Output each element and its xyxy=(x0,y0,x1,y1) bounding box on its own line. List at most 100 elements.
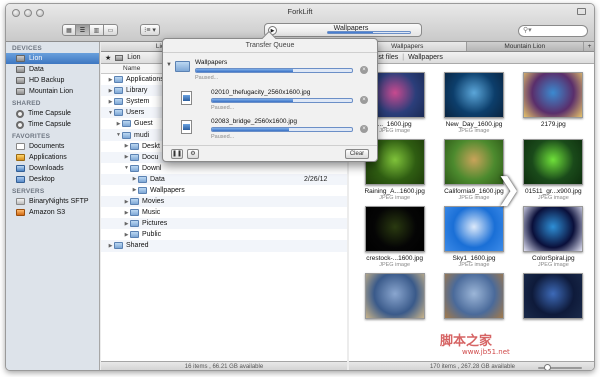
thumbnail-name: 2179.jpg xyxy=(540,121,566,128)
disclosure-closed-icon[interactable]: ▶ xyxy=(107,99,114,105)
pause-button[interactable]: ❚❚ xyxy=(171,149,183,159)
thumbnail-type: JPEG image xyxy=(379,195,411,201)
column-view-icon[interactable]: ▥ xyxy=(90,24,104,36)
tree-row[interactable]: ▶ Movies xyxy=(101,196,347,208)
thumbnail-name: ColorSpiral.jpg xyxy=(532,255,575,262)
sidebar-item[interactable]: HD Backup xyxy=(6,75,99,86)
tab-mountain-lion[interactable]: Mountain Lion xyxy=(467,42,584,51)
path-item[interactable]: Lion xyxy=(127,54,140,61)
tree-row[interactable]: ▶ Public xyxy=(101,229,347,240)
right-tab-bar: Wallpapers Mountain Lion + xyxy=(349,42,594,52)
thumbnail-image[interactable] xyxy=(523,206,584,252)
cancel-transfer-icon[interactable]: × xyxy=(360,66,368,74)
window-title: ForkLift xyxy=(287,7,313,16)
disclosure-open-icon[interactable]: ▼ xyxy=(166,62,172,68)
thumbnail-image[interactable] xyxy=(364,273,425,319)
icon-view-icon[interactable]: ▦ xyxy=(62,24,76,36)
sidebar-item-label: Data xyxy=(29,66,44,73)
thumbnail-image[interactable] xyxy=(443,273,504,319)
sidebar-section-header: DEVICES xyxy=(12,45,42,52)
fullscreen-icon[interactable] xyxy=(577,8,586,15)
thumbnail-image[interactable] xyxy=(523,273,584,319)
list-view-icon[interactable]: ☰ xyxy=(76,24,90,36)
thumbnail-type: JPEG image xyxy=(458,128,490,134)
thumbnail-item[interactable] xyxy=(434,273,513,322)
thumbnail-image[interactable] xyxy=(443,206,504,252)
sidebar-item[interactable]: Mountain Lion xyxy=(6,86,99,97)
thumbnail-image[interactable] xyxy=(443,139,504,185)
disclosure-closed-icon[interactable]: ▶ xyxy=(123,154,130,160)
gear-icon[interactable]: ⚙ xyxy=(187,149,199,159)
thumbnail-size-slider[interactable] xyxy=(538,364,582,370)
thumbnail-item[interactable]: Sky1_1600.jpg JPEG image xyxy=(434,206,513,268)
sidebar-item[interactable]: Desktop xyxy=(6,174,99,185)
tree-row[interactable]: ▶ Shared xyxy=(101,240,347,252)
disclosure-closed-icon[interactable]: ▶ xyxy=(123,210,130,216)
tree-row[interactable]: ▼ Downl xyxy=(101,163,347,174)
slider-knob[interactable] xyxy=(544,364,551,370)
thumbnail-image[interactable] xyxy=(523,72,584,118)
coverflow-view-icon[interactable]: ▭ xyxy=(104,24,118,36)
thumbnail-type: JPEG image xyxy=(379,128,411,134)
view-switcher[interactable]: ▦ ☰ ▥ ▭ xyxy=(62,24,118,36)
disclosure-open-icon[interactable]: ▼ xyxy=(115,132,122,138)
search-field[interactable]: ⚲▾ xyxy=(518,25,588,37)
path-item[interactable]: Wallpapers xyxy=(408,54,443,61)
tree-row[interactable]: ▶ Music xyxy=(101,207,347,218)
right-status-text: 170 items , 267.28 GB available xyxy=(429,364,516,370)
sidebar-item[interactable]: Time Capsule xyxy=(6,119,99,130)
thumbnail-image[interactable] xyxy=(364,206,425,252)
disclosure-closed-icon[interactable]: ▶ xyxy=(123,199,130,205)
sidebar-item[interactable]: Lion xyxy=(6,53,99,64)
activity-indicator[interactable]: ▶ Wallpapers xyxy=(264,23,422,37)
disclosure-closed-icon[interactable]: ▶ xyxy=(123,232,130,238)
sidebar-item[interactable]: Time Capsule xyxy=(6,108,99,119)
thumbnail-item[interactable]: 01511_gr...x900.jpg JPEG image xyxy=(514,139,593,201)
thumbnail-image[interactable] xyxy=(443,72,504,118)
thumbnail-image[interactable] xyxy=(523,139,584,185)
add-tab-button[interactable]: + xyxy=(584,42,594,51)
disclosure-closed-icon[interactable]: ▶ xyxy=(107,77,114,83)
sidebar-item[interactable]: Data xyxy=(6,64,99,75)
thumbnail-item[interactable]: crestock-...1600.jpg JPEG image xyxy=(355,206,434,268)
cancel-transfer-icon[interactable]: × xyxy=(360,96,368,104)
thumbnail-item[interactable]: New_Day_1600.jpg JPEG image xyxy=(434,72,513,134)
tree-row[interactable]: ▶ Pictures xyxy=(101,218,347,230)
disclosure-closed-icon[interactable]: ▶ xyxy=(107,88,114,94)
favorite-star-icon[interactable]: ★ xyxy=(105,54,111,62)
disclosure-open-icon[interactable]: ▼ xyxy=(123,165,130,171)
transfer-item-name: Wallpapers xyxy=(195,59,228,66)
disclosure-closed-icon[interactable]: ▶ xyxy=(131,176,138,182)
activity-progress xyxy=(327,31,411,34)
sidebar-item[interactable]: Documents xyxy=(6,141,99,152)
titlebar: ForkLift ▦ ☰ ▥ ▭ ⁝≡ ▾ ▶ Wallpapers ⚲▾ xyxy=(6,4,594,42)
sidebar-item[interactable]: Downloads xyxy=(6,163,99,174)
disclosure-closed-icon[interactable]: ▶ xyxy=(115,121,122,127)
sidebar-section-header: SERVERS xyxy=(12,188,45,195)
sidebar-item[interactable]: Applications xyxy=(6,152,99,163)
disclosure-closed-icon[interactable]: ▶ xyxy=(123,221,130,227)
thumbnail-item[interactable]: ColorSpiral.jpg JPEG image xyxy=(514,206,593,268)
thumbnail-name: New_Day_1600.jpg xyxy=(445,121,503,128)
cancel-transfer-icon[interactable]: × xyxy=(360,125,368,133)
clear-button[interactable]: Clear xyxy=(345,149,369,159)
sidebar: DEVICES Lion Data HD Backup Mountain Lion SHA… xyxy=(6,42,100,370)
tm-icon xyxy=(16,120,24,129)
thumbnail-item[interactable] xyxy=(355,273,434,322)
disclosure-open-icon[interactable]: ▼ xyxy=(107,110,114,116)
tree-row-label: Library xyxy=(126,87,148,95)
action-menu-button[interactable]: ⁝≡ ▾ xyxy=(140,24,160,36)
doc-icon xyxy=(16,143,25,150)
thumbnail-item[interactable] xyxy=(514,273,593,322)
disclosure-closed-icon[interactable]: ▶ xyxy=(107,243,114,249)
next-arrow-icon[interactable]: ❯ xyxy=(496,172,521,207)
disclosure-closed-icon[interactable]: ▶ xyxy=(131,187,138,193)
tree-row-label: Deskt xyxy=(142,142,160,150)
folder-icon xyxy=(122,131,131,139)
disclosure-closed-icon[interactable]: ▶ xyxy=(123,143,130,149)
thumbnail-item[interactable]: 2179.jpg xyxy=(514,72,593,134)
sidebar-item[interactable]: BinaryNights SFTP xyxy=(6,196,99,207)
sidebar-item[interactable]: Amazon S3 xyxy=(6,207,99,218)
tree-row[interactable]: ▶ Wallpapers xyxy=(101,185,347,196)
folder-icon xyxy=(122,120,131,128)
